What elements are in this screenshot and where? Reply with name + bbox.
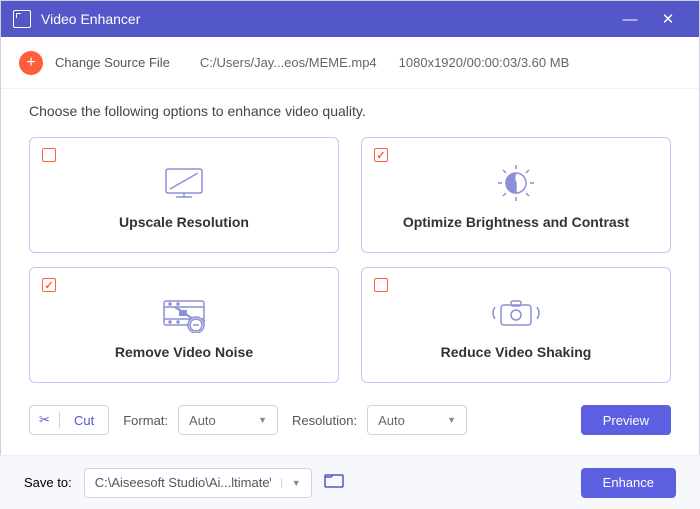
brightness-icon: [490, 160, 542, 206]
cut-button[interactable]: ✂ Cut: [29, 405, 109, 435]
checkbox-icon[interactable]: [42, 278, 56, 292]
enhance-button[interactable]: Enhance: [581, 468, 676, 498]
controls-row: ✂ Cut Format: Auto ▼ Resolution: Auto ▼ …: [29, 405, 671, 435]
footer-bar: Save to: ▼ Enhance: [0, 455, 700, 509]
format-value: Auto: [189, 413, 216, 428]
preview-button[interactable]: Preview: [581, 405, 671, 435]
chevron-down-icon: ▼: [447, 415, 456, 425]
add-source-icon[interactable]: +: [19, 51, 43, 75]
save-path-box: ▼: [84, 468, 312, 498]
option-upscale[interactable]: Upscale Resolution: [29, 137, 339, 253]
checkbox-icon[interactable]: [42, 148, 56, 162]
upscale-icon: [158, 160, 210, 206]
option-noise[interactable]: Remove Video Noise: [29, 267, 339, 383]
format-select[interactable]: Auto ▼: [178, 405, 278, 435]
source-info: 1080x1920/00:00:03/3.60 MB: [399, 55, 570, 70]
close-button[interactable]: ✕: [649, 1, 687, 37]
format-label: Format:: [123, 413, 168, 428]
app-icon: [13, 10, 31, 28]
resolution-select[interactable]: Auto ▼: [367, 405, 467, 435]
checkbox-icon[interactable]: [374, 148, 388, 162]
options-grid: Upscale Resolution Optimize Brightness a…: [29, 137, 671, 383]
scissors-icon: ✂: [30, 412, 60, 428]
option-label: Upscale Resolution: [119, 214, 249, 230]
option-brightness[interactable]: Optimize Brightness and Contrast: [361, 137, 671, 253]
chevron-down-icon: ▼: [292, 478, 301, 488]
titlebar: Video Enhancer — ✕: [1, 1, 699, 37]
change-source-link[interactable]: Change Source File: [55, 55, 170, 70]
minimize-button[interactable]: —: [611, 1, 649, 37]
resolution-label: Resolution:: [292, 413, 357, 428]
browse-folder-icon[interactable]: [324, 472, 344, 493]
noise-icon: [158, 290, 210, 336]
option-label: Reduce Video Shaking: [441, 344, 592, 360]
checkbox-icon[interactable]: [374, 278, 388, 292]
save-to-label: Save to:: [24, 475, 72, 490]
window-title: Video Enhancer: [41, 11, 611, 27]
save-path-input[interactable]: [85, 469, 281, 497]
chevron-down-icon: ▼: [258, 415, 267, 425]
path-dropdown[interactable]: ▼: [281, 478, 311, 488]
instruction-text: Choose the following options to enhance …: [29, 103, 671, 119]
option-label: Remove Video Noise: [115, 344, 253, 360]
source-bar: + Change Source File C:/Users/Jay...eos/…: [1, 37, 699, 89]
resolution-value: Auto: [378, 413, 405, 428]
shaking-icon: [487, 290, 545, 336]
option-label: Optimize Brightness and Contrast: [403, 214, 629, 230]
cut-label: Cut: [60, 413, 108, 428]
source-path: C:/Users/Jay...eos/MEME.mp4: [200, 55, 377, 70]
option-shaking[interactable]: Reduce Video Shaking: [361, 267, 671, 383]
